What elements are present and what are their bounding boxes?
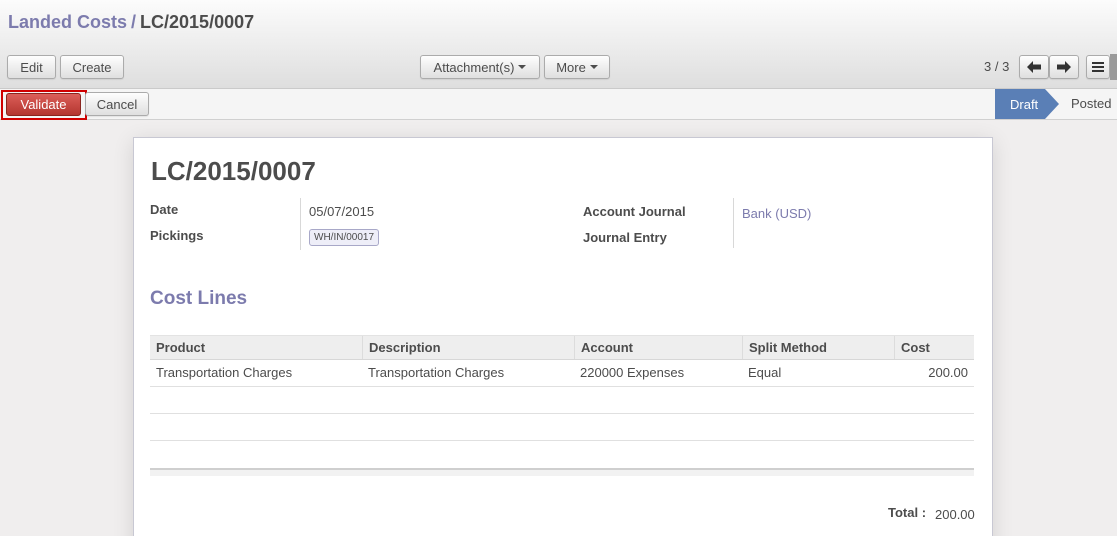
picking-tag[interactable]: WH/IN/00017 (309, 229, 380, 246)
caret-down-icon (518, 65, 527, 69)
column-header-account[interactable]: Account (574, 336, 742, 359)
pager-previous-button[interactable] (1019, 55, 1049, 79)
form-sheet: LC/2015/0007 Date 05/07/2015 Pickings WH… (133, 137, 993, 536)
validate-button[interactable]: Validate (6, 93, 81, 116)
breadcrumb-parent-link[interactable]: Landed Costs (8, 12, 127, 32)
stage-posted[interactable]: Posted (1071, 96, 1111, 111)
cell-product: Transportation Charges (156, 365, 293, 380)
column-header-split-method[interactable]: Split Method (742, 336, 894, 359)
table-header: Product Description Account Split Method… (150, 335, 974, 360)
status-bar: Validate Cancel Draft Posted (0, 89, 1117, 120)
date-label: Date (150, 202, 179, 217)
breadcrumb-separator: / (131, 12, 137, 32)
account-journal-link[interactable]: Bank (USD) (742, 206, 811, 221)
breadcrumb: Landed Costs / LC/2015/0007 (8, 12, 254, 33)
field-divider (300, 198, 301, 250)
attachments-dropdown[interactable]: Attachment(s) (420, 55, 540, 79)
empty-row (150, 387, 974, 414)
column-header-product[interactable]: Product (150, 336, 362, 359)
date-field[interactable]: 05/07/2015 (309, 204, 374, 219)
cell-account: 220000 Expenses (580, 365, 685, 380)
cancel-button[interactable]: Cancel (85, 92, 149, 116)
create-button[interactable]: Create (60, 55, 124, 79)
pager-next-button[interactable] (1049, 55, 1079, 79)
pickings-label: Pickings (150, 228, 204, 243)
cost-lines-title: Cost Lines (150, 288, 248, 309)
column-header-cost[interactable]: Cost (894, 336, 974, 359)
list-view-button[interactable] (1086, 55, 1110, 79)
cell-cost: 200.00 (928, 365, 968, 380)
journal-entry-label: Journal Entry (583, 230, 667, 245)
account-journal-label: Account Journal (583, 204, 686, 219)
scrollbar-thumb[interactable] (1110, 54, 1117, 80)
more-dropdown[interactable]: More (544, 55, 610, 79)
edit-button[interactable]: Edit (7, 55, 56, 79)
total-label: Total : (888, 505, 927, 520)
attachments-label: Attachment(s) (433, 59, 515, 75)
document-title: LC/2015/0007 (151, 156, 316, 186)
list-icon (1092, 62, 1104, 72)
stage-draft[interactable]: Draft (995, 89, 1059, 119)
table-row[interactable]: Transportation Charges Transportation Ch… (150, 360, 974, 387)
total-value: 200.00 (935, 507, 975, 522)
field-divider (733, 198, 734, 248)
column-header-description[interactable]: Description (362, 336, 574, 359)
cell-description: Transportation Charges (368, 365, 505, 380)
control-panel: Landed Costs / LC/2015/0007 Edit Create At… (0, 0, 1117, 89)
cell-split-method: Equal (748, 365, 782, 380)
arrow-left-icon (1027, 61, 1041, 73)
more-label: More (556, 59, 586, 75)
table-footer (150, 468, 974, 476)
pager-counter: 3 / 3 (984, 59, 1010, 74)
empty-row (150, 414, 974, 441)
arrow-right-icon (1057, 61, 1071, 73)
breadcrumb-current: LC/2015/0007 (140, 12, 255, 32)
cost-lines-table: Product Description Account Split Method… (150, 335, 974, 476)
caret-down-icon (589, 65, 598, 69)
empty-row (150, 441, 974, 468)
